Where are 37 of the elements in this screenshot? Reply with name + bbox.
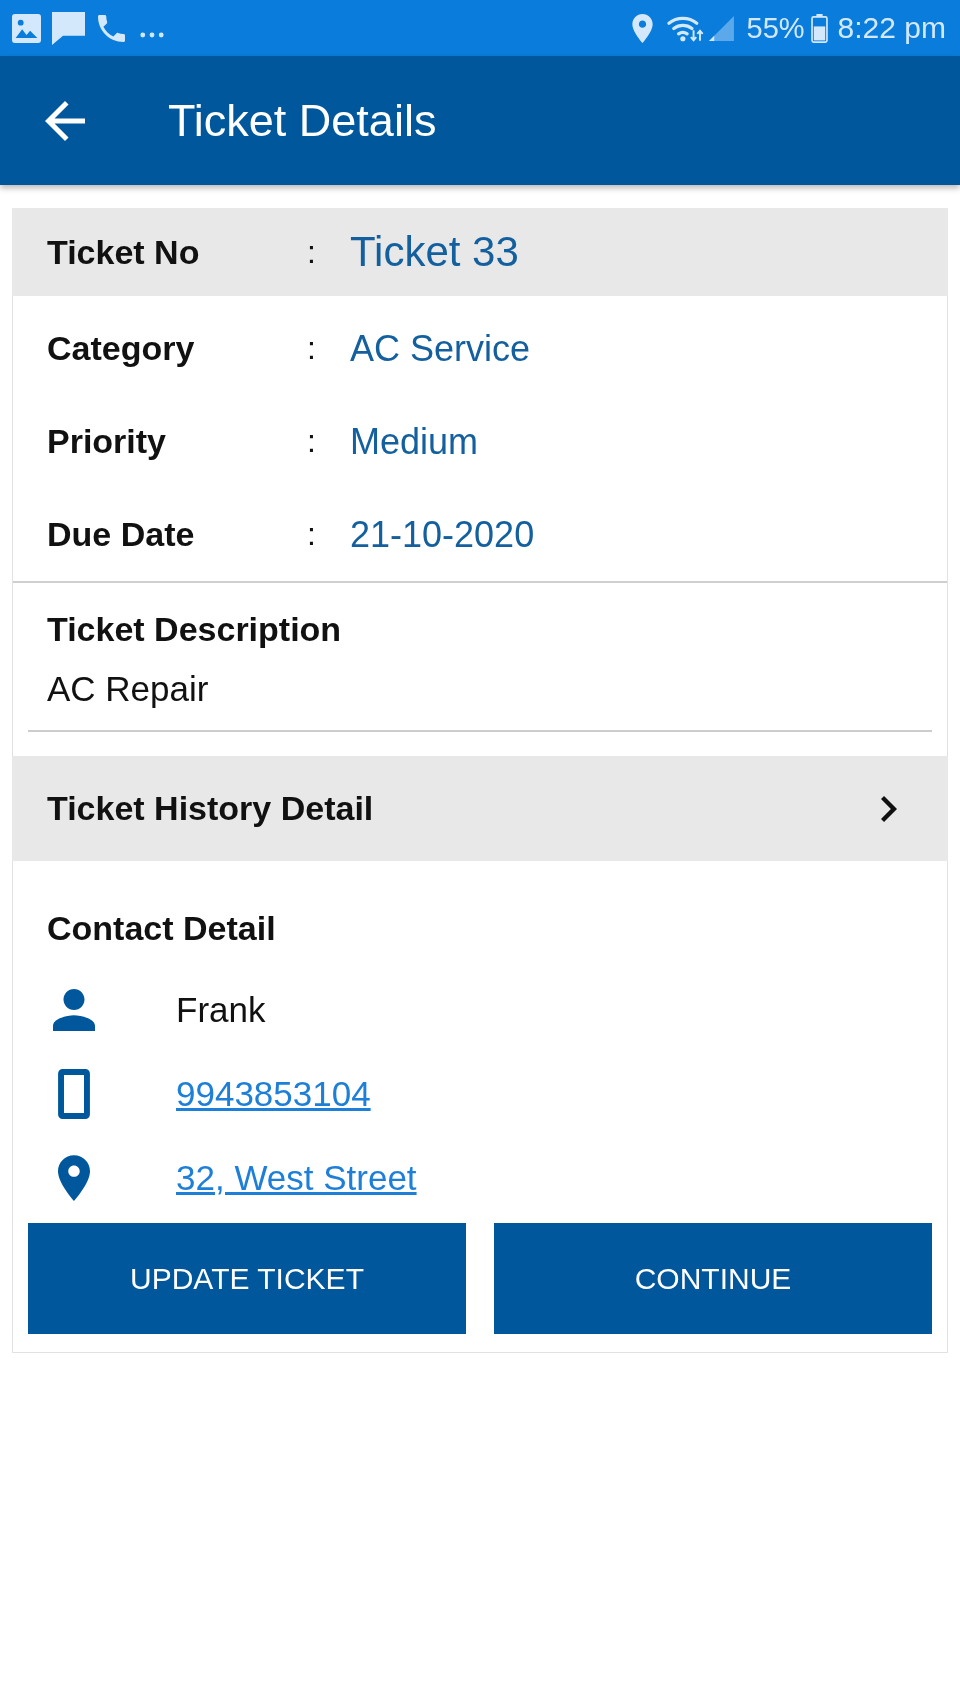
action-button[interactable]: UPDATE TICKET — [28, 1223, 466, 1334]
field-value: Medium — [350, 420, 479, 463]
phone-link[interactable]: 9943853104 — [176, 1074, 371, 1114]
gallery-icon — [12, 13, 41, 43]
clock-time: 8:22 pm — [837, 11, 946, 45]
ticket-number: Ticket 33 — [350, 228, 519, 276]
field-label: Ticket No — [47, 232, 200, 272]
action-button[interactable]: CONTINUE — [494, 1223, 932, 1334]
location-icon — [631, 13, 653, 43]
field-label: Category — [47, 329, 195, 368]
location-pin-icon — [58, 1155, 90, 1201]
battery-icon — [810, 13, 828, 43]
mobile-phone-icon — [58, 1069, 90, 1119]
address-link[interactable]: 32, West Street — [176, 1158, 417, 1198]
field-label: Priority — [47, 422, 167, 461]
phone-icon — [98, 14, 125, 42]
field-separator: : — [307, 330, 316, 367]
ticket-history-row[interactable]: Ticket History Detail — [12, 756, 948, 861]
more-notifications-icon — [140, 32, 164, 38]
signal-icon — [707, 14, 735, 42]
field-value: 21-10-2020 — [350, 513, 535, 556]
back-button[interactable] — [45, 100, 85, 141]
section-title: Contact Detail — [46, 908, 277, 949]
description-text: AC Repair — [46, 668, 210, 710]
field-label: Due Date — [47, 515, 195, 554]
screen-title: Ticket Details — [168, 93, 437, 148]
contact-name: Frank — [176, 990, 266, 1030]
person-icon — [53, 989, 95, 1031]
section-title: Ticket Description — [46, 609, 343, 650]
field-separator: : — [307, 516, 316, 553]
field-separator: : — [307, 423, 316, 460]
chevron-right-icon — [881, 795, 897, 822]
battery-percentage: 55% — [746, 11, 805, 45]
field-separator: : — [307, 233, 316, 271]
message-icon — [52, 11, 85, 45]
field-value: AC Service — [350, 327, 531, 370]
back-arrow-icon — [45, 100, 85, 141]
